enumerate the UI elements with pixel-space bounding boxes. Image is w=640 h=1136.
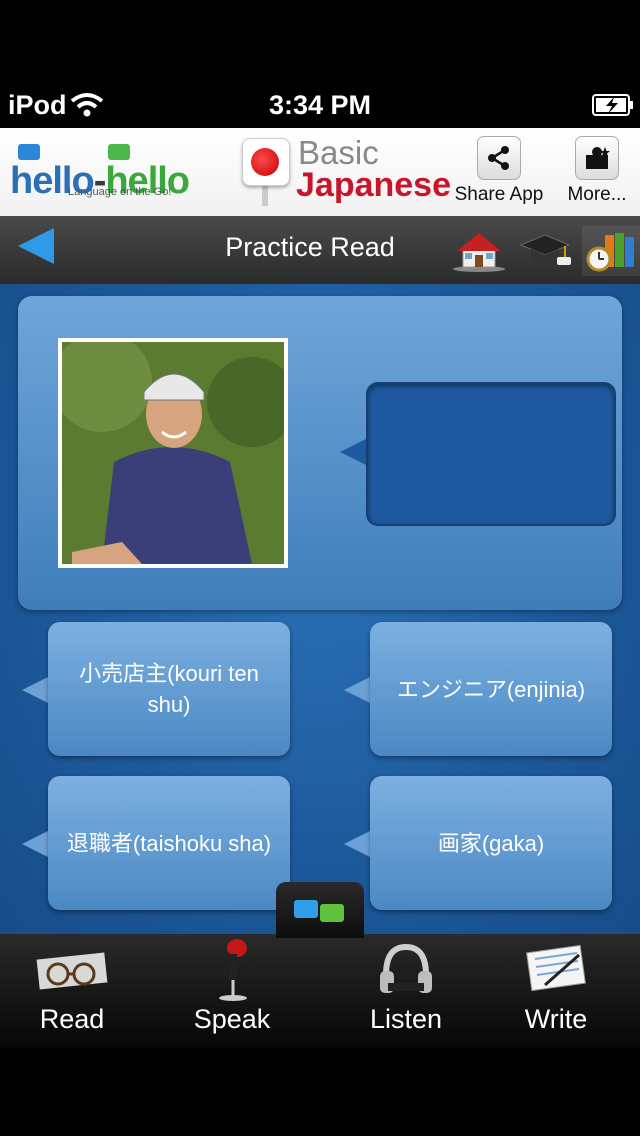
japan-flag-dot [251, 148, 279, 176]
tab-read[interactable]: Read [2, 934, 142, 1048]
microphone-icon [162, 934, 302, 1004]
status-bar: iPod 3:34 PM [0, 84, 640, 128]
tab-speak-label: Speak [193, 1004, 271, 1034]
choice-tail [22, 830, 50, 858]
course-title-line2: Japanese [296, 166, 451, 204]
chat-bubbles-icon[interactable] [276, 882, 364, 938]
logo-tagline: Language on the Go! [68, 186, 172, 198]
choice-option-3[interactable]: 退職者(taishoku sha) [48, 776, 290, 910]
glasses-newspaper-icon [2, 934, 142, 1004]
share-app-button[interactable]: Share App [454, 130, 544, 206]
choice-option-4[interactable]: 画家(gaka) [370, 776, 612, 910]
flag-stem [262, 186, 268, 206]
choice-tail [344, 676, 372, 704]
choice-label: 画家(gaka) [437, 830, 545, 856]
logo-bubble-green-icon [108, 144, 130, 160]
graduation-cap-icon[interactable] [516, 226, 574, 276]
tab-speak[interactable]: Speak [162, 934, 302, 1048]
more-label: More... [567, 184, 627, 205]
share-icon [477, 136, 521, 180]
tab-listen-label: Listen [369, 1004, 443, 1034]
choice-tail [344, 830, 372, 858]
more-apps-icon [575, 136, 619, 180]
tab-write[interactable]: Write [486, 934, 626, 1048]
choice-tail [22, 676, 50, 704]
home-icon[interactable] [450, 226, 508, 276]
headphones-icon [336, 934, 476, 1004]
choice-option-1[interactable]: 小売店主(kouri ten shu) [48, 622, 290, 756]
answer-bubble [366, 382, 616, 526]
share-app-label: Share App [454, 184, 544, 205]
notebook-pen-icon [486, 934, 626, 1004]
more-button[interactable]: More... [552, 130, 640, 206]
logo-bubble-blue-icon [18, 144, 40, 160]
choice-option-2[interactable]: エンジニア(enjinia) [370, 622, 612, 756]
person-photo [62, 342, 284, 564]
choice-label: 小売店主(kouri ten shu) [79, 661, 259, 717]
tab-write-label: Write [524, 1004, 588, 1034]
choice-label: エンジニア(enjinia) [396, 676, 586, 702]
clock: 3:34 PM [268, 90, 372, 120]
choice-label: 退職者(taishoku sha) [66, 830, 272, 856]
answer-bubble-tail [340, 438, 368, 466]
tab-listen[interactable]: Listen [336, 934, 476, 1048]
battery-icon [592, 94, 633, 116]
tab-read-label: Read [39, 1004, 105, 1034]
books-clock-icon[interactable] [582, 226, 640, 276]
